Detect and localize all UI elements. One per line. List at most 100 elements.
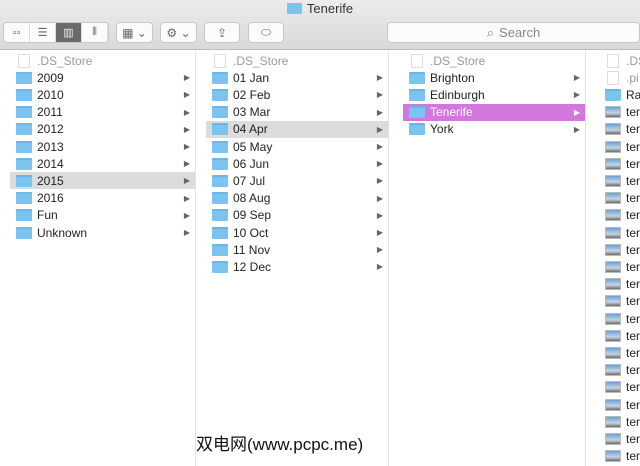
list-item[interactable]: ter — [599, 207, 640, 224]
item-label: ter — [626, 191, 640, 206]
folder-icon — [212, 226, 228, 239]
list-item[interactable]: .DS_Store — [403, 52, 585, 69]
list-item[interactable]: ter — [599, 138, 640, 155]
list-item[interactable]: ter — [599, 310, 640, 327]
list-item[interactable]: 2010 ▶ — [10, 86, 195, 103]
list-item[interactable]: .pi — [599, 69, 640, 86]
list-item[interactable]: ter — [599, 413, 640, 430]
column-view-button[interactable]: ▥ — [56, 23, 82, 42]
cover-flow-view-button[interactable]: ⫴ — [82, 23, 108, 42]
item-label: 11 Nov — [233, 242, 271, 257]
item-label: ter — [626, 294, 640, 309]
folder-icon — [212, 123, 228, 136]
folder-icon — [605, 88, 621, 101]
list-item[interactable]: 2012 ▶ — [10, 121, 195, 138]
item-label: ter — [626, 105, 640, 120]
list-item[interactable]: ter — [599, 104, 640, 121]
list-item[interactable]: 07 Jul ▶ — [206, 172, 388, 189]
list-item[interactable]: ter — [599, 327, 640, 344]
list-item[interactable]: Brighton ▶ — [403, 69, 585, 86]
item-label: 02 Feb — [233, 87, 271, 102]
icon-view-button[interactable]: ▫▫ — [4, 23, 30, 42]
list-item[interactable]: .DS_Store — [10, 52, 195, 69]
list-item[interactable]: 2009 ▶ — [10, 69, 195, 86]
chevron-right-icon: ▶ — [376, 142, 383, 151]
list-item[interactable]: Ra — [599, 86, 640, 103]
list-item[interactable]: 12 Dec ▶ — [206, 258, 388, 275]
column-1[interactable]: .DS_Store 2009 ▶ 2010 ▶ 2011 ▶ 2012 ▶ 2013 ▶ 2014 ▶ 2… — [10, 51, 196, 466]
list-item[interactable]: 09 Sep ▶ — [206, 207, 388, 224]
item-label: 2016 — [37, 191, 64, 206]
list-item[interactable]: 06 Jun ▶ — [206, 155, 388, 172]
chevron-right-icon: ▶ — [183, 90, 190, 100]
list-item[interactable]: 2011 ▶ — [10, 104, 195, 121]
list-item[interactable]: ter — [599, 379, 640, 396]
share-button[interactable]: ⇪ — [204, 22, 240, 43]
folder-icon — [286, 3, 302, 14]
list-item[interactable]: ter — [599, 362, 640, 379]
list-item[interactable]: 03 Mar ▶ — [206, 104, 388, 121]
item-label: Unknown — [37, 225, 88, 240]
list-item[interactable]: ter — [599, 241, 640, 258]
list-item[interactable]: 01 Jan ▶ — [206, 69, 388, 86]
column-2[interactable]: .DS_Store 01 Jan ▶ 02 Feb ▶ 03 Mar ▶ 04 Apr ▶ 05 … — [206, 51, 389, 466]
list-item[interactable]: 2014 ▶ — [10, 155, 195, 172]
item-label: 05 May — [233, 139, 273, 154]
list-item[interactable]: ter — [599, 121, 640, 138]
list-item[interactable]: ter — [599, 344, 640, 361]
item-label: ter — [626, 363, 640, 378]
item-label: 2013 — [37, 139, 64, 154]
list-item[interactable]: ter — [599, 172, 640, 189]
item-label: ter — [626, 380, 640, 395]
image-icon — [605, 106, 621, 119]
action-button[interactable]: ⚙ ⌄ — [160, 22, 197, 43]
list-item[interactable]: .DS — [599, 52, 640, 69]
list-item[interactable]: Edinburgh ▶ — [403, 86, 585, 103]
arrange-button[interactable]: ▦ ⌄ — [116, 22, 153, 43]
list-item[interactable]: ter — [599, 258, 640, 275]
item-label: 2012 — [37, 122, 64, 137]
list-item[interactable]: Tenerife ▶ — [403, 103, 585, 121]
list-item[interactable]: 2015 ▶ — [10, 172, 195, 190]
list-item[interactable]: Fun ▶ — [10, 207, 195, 224]
list-item[interactable]: 02 Feb ▶ — [206, 86, 388, 103]
item-label: 2015 — [37, 173, 64, 188]
list-item[interactable]: 04 Apr ▶ — [206, 120, 388, 138]
list-item[interactable]: 08 Aug ▶ — [206, 190, 388, 207]
image-icon — [605, 123, 621, 136]
item-label: .DS — [626, 53, 640, 68]
chevron-right-icon: ▶ — [376, 107, 383, 117]
list-item[interactable]: .DS_Store — [206, 52, 388, 69]
item-label: .DS_Store — [233, 53, 289, 68]
chevron-right-icon: ▶ — [183, 124, 190, 134]
list-item[interactable]: ter — [599, 396, 640, 413]
list-item[interactable]: ter — [599, 224, 640, 241]
list-item[interactable]: 05 May ▶ — [206, 138, 388, 155]
list-item[interactable]: ter — [599, 293, 640, 310]
watermark: 双电网(www.pcpc.me) — [196, 435, 364, 454]
item-label: Edinburgh — [430, 87, 485, 102]
list-item[interactable]: 10 Oct ▶ — [206, 224, 388, 241]
list-item[interactable]: ter — [599, 155, 640, 172]
item-label: ter — [626, 345, 640, 360]
chevron-right-icon: ▶ — [183, 193, 190, 203]
tag-button[interactable]: ⬭ — [248, 22, 284, 43]
item-label: 2009 — [37, 70, 64, 85]
list-item[interactable]: ter — [599, 430, 640, 447]
folder-icon — [212, 157, 228, 170]
list-item[interactable]: York ▶ — [403, 121, 585, 138]
list-item[interactable]: ter — [599, 276, 640, 293]
image-icon — [605, 157, 621, 170]
item-label: ter — [626, 311, 640, 326]
list-item[interactable]: 11 Nov ▶ — [206, 241, 388, 258]
column-3[interactable]: .DS_Store Brighton ▶ Edinburgh ▶ Tenerife ▶ Yor… — [403, 51, 586, 466]
column-4[interactable]: .DS .pi Ra ter ter ter ter ter ter ter ter ter ter te… — [599, 51, 640, 466]
list-item[interactable]: ter — [599, 448, 640, 465]
list-view-button[interactable]: ☰ — [30, 23, 56, 42]
file-icon — [607, 70, 619, 85]
list-item[interactable]: ter — [599, 190, 640, 207]
search-input[interactable]: ⌕ Search — [387, 22, 640, 43]
list-item[interactable]: 2016 ▶ — [10, 190, 195, 207]
list-item[interactable]: Unknown ▶ — [10, 224, 195, 241]
list-item[interactable]: 2013 ▶ — [10, 138, 195, 155]
